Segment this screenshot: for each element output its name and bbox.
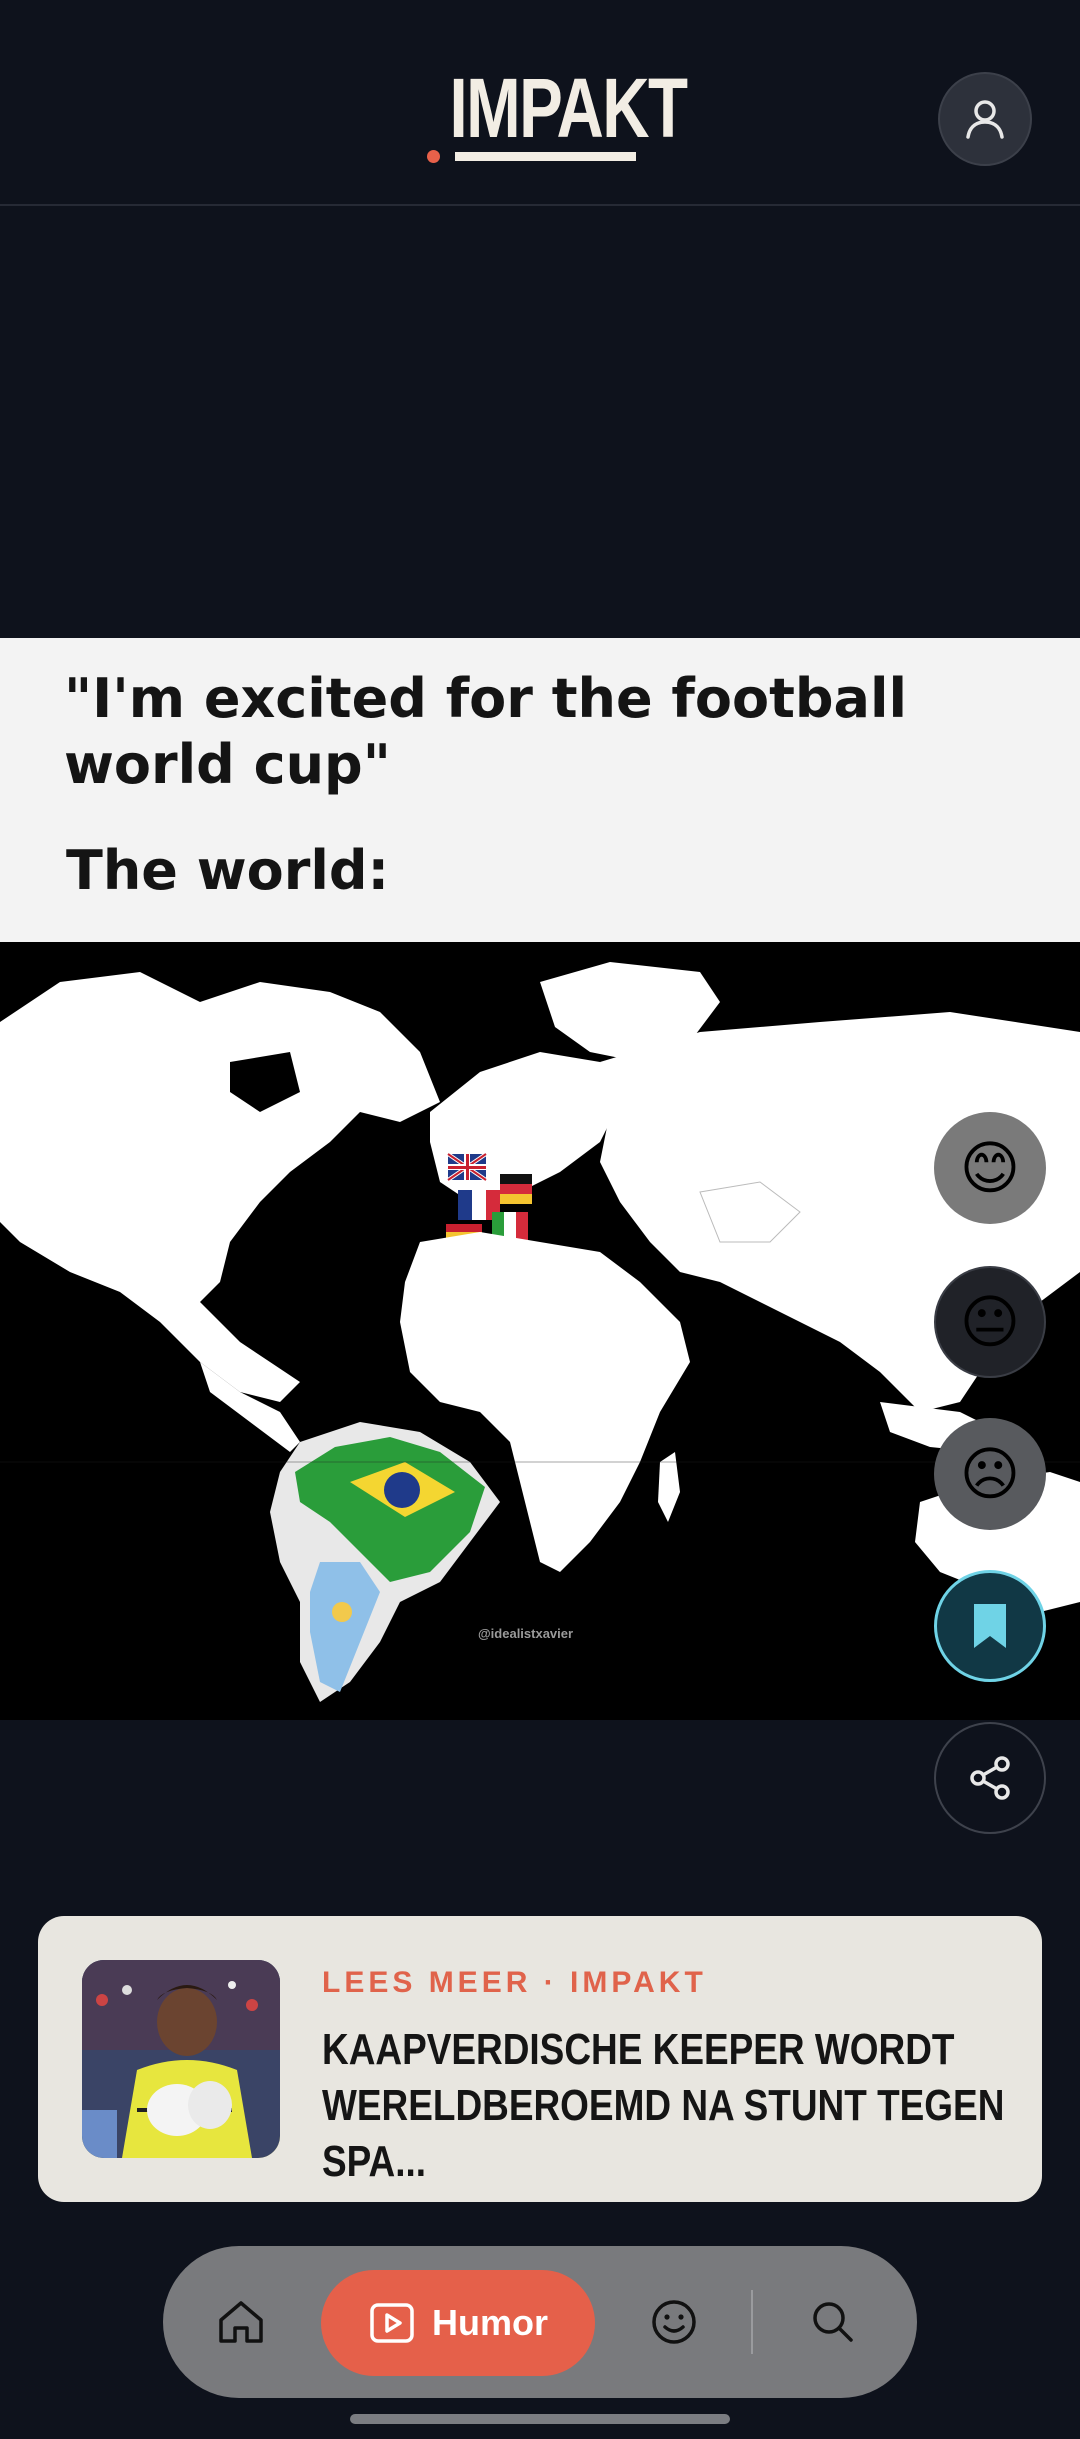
nav-divider <box>751 2290 753 2354</box>
map-credit: @idealistxavier <box>478 1626 574 1641</box>
react-sad-button[interactable]: ☹ <box>934 1418 1046 1530</box>
home-icon <box>219 2301 263 2343</box>
meme-caption: "I'm excited for the football world cup"… <box>0 638 1080 942</box>
bottom-navigation: Humor <box>163 2246 917 2398</box>
nav-search-button[interactable] <box>799 2288 867 2356</box>
smiling-face-icon: 😊 <box>959 1134 1021 1202</box>
meme-caption-quote: "I'm excited for the football world cup" <box>64 667 908 796</box>
world-map <box>0 962 1080 1702</box>
frowning-face-icon: ☹ <box>959 1440 1021 1508</box>
read-more-card[interactable]: LEES MEER · IMPAKT KAAPVERDISCHE KEEPER … <box>38 1916 1042 2202</box>
nav-humor-tab[interactable]: Humor <box>321 2270 595 2376</box>
article-thumbnail <box>82 1960 280 2158</box>
article-title[interactable]: KAAPVERDISCHE KEEPER WORDT WERELDBEROEMD… <box>322 2022 1019 2190</box>
save-button[interactable] <box>934 1570 1046 1682</box>
play-icon <box>370 2303 414 2343</box>
react-neutral-button[interactable]: 😐 <box>934 1266 1046 1378</box>
search-icon <box>813 2302 853 2342</box>
nav-reactions-button[interactable] <box>640 2288 708 2356</box>
smiley-icon <box>652 2300 696 2344</box>
read-more-kicker: LEES MEER · IMPAKT <box>322 1966 707 1999</box>
goalkeeper-photo <box>82 1960 280 2158</box>
react-happy-button[interactable]: 😊 <box>934 1112 1046 1224</box>
logo-dot <box>427 150 440 163</box>
home-indicator[interactable] <box>350 2414 730 2424</box>
nav-humor-label: Humor <box>432 2302 548 2343</box>
neutral-face-icon: 😐 <box>959 1288 1021 1356</box>
impakt-logo[interactable]: IMPAKT <box>424 61 688 166</box>
meme-caption-world: The world: <box>66 839 390 902</box>
logo-underline <box>455 152 636 161</box>
nav-home-button[interactable] <box>207 2288 275 2356</box>
share-icon <box>970 1756 1010 1800</box>
bookmark-icon <box>974 1604 1006 1648</box>
app-header: IMPAKT <box>0 0 1080 206</box>
user-icon <box>966 100 1004 139</box>
account-button[interactable] <box>938 72 1032 166</box>
meme-post: "I'm excited for the football world cup"… <box>0 638 1080 1720</box>
world-map-image: @idealistxavier <box>0 942 1080 1720</box>
share-button[interactable] <box>934 1722 1046 1834</box>
logo-text: IMPAKT <box>449 61 688 155</box>
